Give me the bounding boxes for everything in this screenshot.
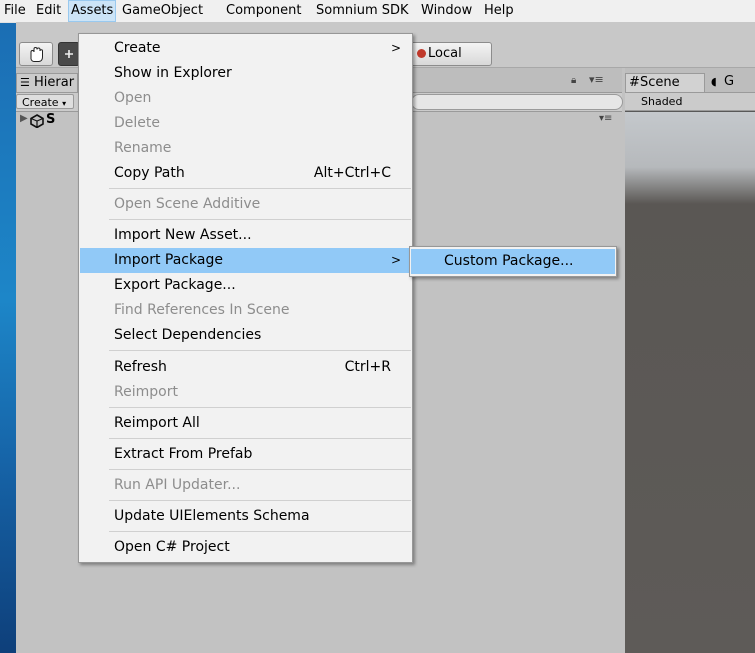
create-label: Create: [22, 96, 59, 109]
desktop-background: [0, 12, 16, 653]
menu-item-create[interactable]: Create >: [80, 36, 411, 61]
menu-item-open-csharp-project[interactable]: Open C# Project: [80, 535, 411, 560]
menu-item-refresh[interactable]: Refresh Ctrl+R: [80, 355, 411, 380]
menu-item-delete: Delete: [80, 111, 411, 136]
menu-item-import-new-asset[interactable]: Import New Asset...: [80, 223, 411, 248]
create-dropdown[interactable]: Create ▾: [16, 94, 74, 109]
menu-separator: [109, 188, 411, 189]
menu-separator: [109, 219, 411, 220]
scene-tab-bar: # Scene ◖ G: [625, 68, 755, 93]
menu-item-update-uielements-schema[interactable]: Update UIElements Schema: [80, 504, 411, 529]
menu-assets[interactable]: Assets: [68, 0, 117, 22]
item-label: Reimport All: [114, 415, 200, 431]
menu-item-reimport-all[interactable]: Reimport All: [80, 411, 411, 436]
item-label: Import New Asset...: [114, 227, 252, 243]
scene-tab-label: Scene: [640, 75, 680, 90]
menu-separator: [109, 407, 411, 408]
menu-bar: File Edit Assets GameObject Component So…: [0, 0, 755, 23]
scene-name: S: [46, 112, 56, 127]
panel-menu-icon[interactable]: ▾≡: [589, 73, 604, 86]
item-label: Import Package: [114, 252, 223, 268]
tab-hierarchy[interactable]: ☰ Hierar: [16, 73, 78, 92]
pivot-local-toggle[interactable]: Local: [408, 42, 492, 66]
menu-item-show-in-explorer[interactable]: Show in Explorer: [80, 61, 411, 86]
item-label: Show in Explorer: [114, 65, 232, 81]
menu-window[interactable]: Window: [419, 0, 474, 22]
menu-item-rename: Rename: [80, 136, 411, 161]
tab-scene[interactable]: # Scene: [625, 73, 705, 92]
item-label: Open C# Project: [114, 539, 230, 555]
item-label: Run API Updater...: [114, 477, 241, 493]
menu-item-open-scene-additive: Open Scene Additive: [80, 192, 411, 217]
menu-component[interactable]: Component: [224, 0, 303, 22]
item-label: Custom Package...: [444, 253, 574, 269]
import-package-submenu: Custom Package...: [409, 246, 617, 277]
menu-somnium-sdk[interactable]: Somnium SDK: [314, 0, 411, 22]
menu-item-reimport: Reimport: [80, 380, 411, 405]
item-label: Find References In Scene: [114, 302, 290, 318]
expand-arrow-icon[interactable]: ▶: [20, 113, 28, 124]
shortcut-label: Alt+Ctrl+C: [313, 165, 391, 181]
item-label: Update UIElements Schema: [114, 508, 310, 524]
hand-tool-button[interactable]: [19, 42, 53, 66]
shading-mode-dropdown[interactable]: Shaded: [641, 95, 682, 108]
menu-item-import-package[interactable]: Import Package >: [80, 248, 411, 273]
menu-separator: [109, 438, 411, 439]
unity-scene-icon: [30, 114, 44, 128]
hierarchy-tab-label: Hierar: [34, 75, 75, 90]
rotation-icon: [417, 49, 426, 58]
assets-menu: Create > Show in Explorer Open Delete Re…: [78, 33, 413, 563]
move-arrows-icon: [65, 50, 73, 58]
menu-item-export-package[interactable]: Export Package...: [80, 273, 411, 298]
item-label: Open: [114, 90, 152, 106]
submenu-arrow-icon: >: [390, 41, 401, 55]
item-label: Open Scene Additive: [114, 196, 261, 212]
local-label: Local: [428, 46, 462, 61]
move-tool-button[interactable]: [58, 42, 80, 66]
lock-icon[interactable]: 🔒︎: [571, 75, 576, 86]
menu-file[interactable]: File: [2, 0, 28, 22]
item-label: Reimport: [114, 384, 178, 400]
menu-separator: [109, 531, 411, 532]
menu-help[interactable]: Help: [482, 0, 516, 22]
shortcut-label: Ctrl+R: [344, 359, 391, 375]
scene-toolbar: Shaded: [625, 93, 755, 111]
menu-item-run-api-updater: Run API Updater...: [80, 473, 411, 498]
menu-edit[interactable]: Edit: [34, 0, 63, 22]
tab-game[interactable]: ◖ G: [708, 73, 755, 92]
item-label: Export Package...: [114, 277, 236, 293]
menu-separator: [109, 469, 411, 470]
menu-item-copy-path[interactable]: Copy Path Alt+Ctrl+C: [80, 161, 411, 186]
submenu-arrow-icon: >: [390, 253, 401, 267]
scene-viewport[interactable]: [625, 112, 755, 653]
hand-icon: [30, 46, 43, 62]
hash-icon: #: [629, 75, 640, 90]
item-label: Rename: [114, 140, 172, 156]
menu-item-custom-package[interactable]: Custom Package...: [411, 249, 615, 274]
menu-gameobject[interactable]: GameObject: [120, 0, 205, 22]
menu-item-find-references: Find References In Scene: [80, 298, 411, 323]
list-icon: ☰: [20, 76, 30, 89]
hierarchy-search-input[interactable]: [411, 94, 623, 110]
item-label: Copy Path: [114, 165, 185, 181]
dropdown-arrow-icon: ▾: [62, 99, 67, 108]
scene-panel: # Scene ◖ G Shaded: [625, 68, 755, 653]
item-label: Delete: [114, 115, 160, 131]
item-label: Extract From Prefab: [114, 446, 253, 462]
menu-separator: [109, 350, 411, 351]
menu-item-open: Open: [80, 86, 411, 111]
scene-menu-icon[interactable]: ▾≡: [599, 113, 612, 124]
item-label: Refresh: [114, 359, 167, 375]
menu-item-extract-from-prefab[interactable]: Extract From Prefab: [80, 442, 411, 467]
game-controller-icon: ◖: [711, 75, 717, 88]
item-label: Create: [114, 40, 161, 56]
game-tab-label: G: [724, 74, 735, 89]
item-label: Select Dependencies: [114, 327, 262, 343]
menu-separator: [109, 500, 411, 501]
menu-item-select-dependencies[interactable]: Select Dependencies: [80, 323, 411, 348]
